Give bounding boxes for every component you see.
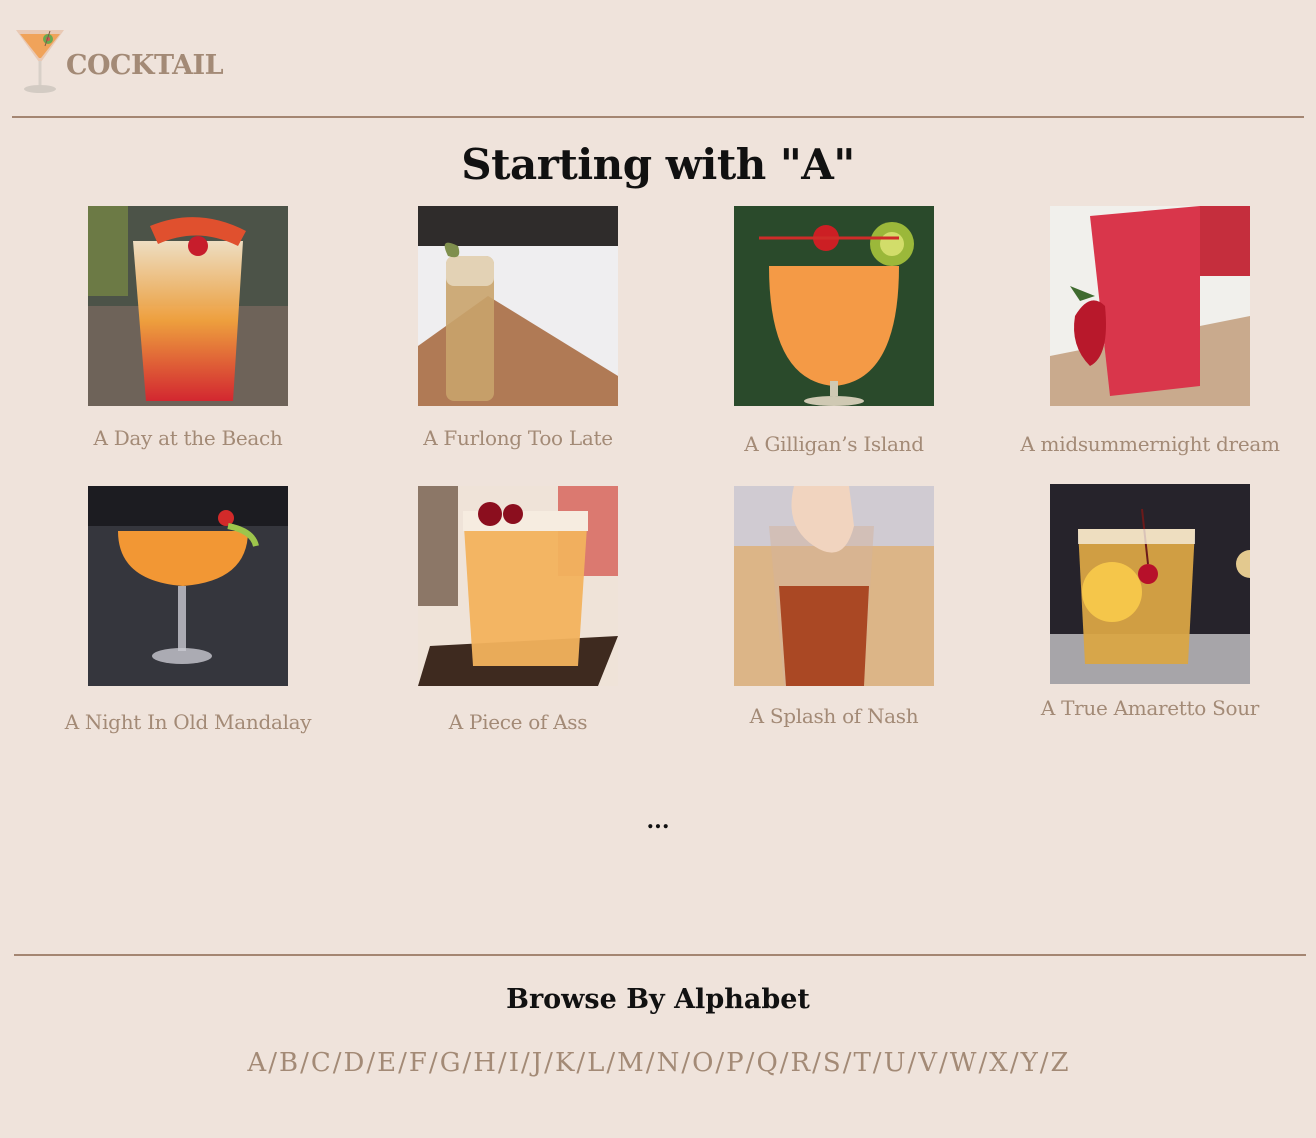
- letter-link-l[interactable]: L: [587, 1048, 604, 1078]
- drink-link[interactable]: [734, 206, 934, 406]
- letter-separator: /: [544, 1048, 553, 1078]
- footer-divider: [14, 954, 1306, 956]
- drink-card: A Splash of Nash: [734, 486, 934, 728]
- letter-separator: /: [812, 1048, 821, 1078]
- letter-separator: /: [606, 1048, 616, 1078]
- letter-separator: /: [1039, 1048, 1049, 1078]
- drink-name[interactable]: A Piece of Ass: [418, 710, 618, 734]
- letter-link-r[interactable]: R: [791, 1048, 811, 1078]
- letter-separator: /: [268, 1048, 277, 1078]
- cocktail-photo: [418, 206, 618, 406]
- drink-link[interactable]: [408, 206, 628, 406]
- letter-separator: /: [398, 1048, 407, 1078]
- letter-link-t[interactable]: T: [853, 1048, 870, 1078]
- letter-link-k[interactable]: K: [555, 1048, 574, 1078]
- letter-separator: /: [779, 1048, 789, 1078]
- drink-link[interactable]: [1010, 206, 1290, 406]
- letter-link-u[interactable]: U: [884, 1048, 906, 1078]
- drink-link[interactable]: [58, 486, 318, 686]
- drink-name[interactable]: A midsummernight dream: [1010, 432, 1290, 456]
- drink-name[interactable]: A Splash of Nash: [734, 704, 934, 728]
- letter-link-e[interactable]: E: [377, 1048, 396, 1078]
- drink-link[interactable]: [418, 486, 618, 686]
- letter-link-v[interactable]: V: [918, 1048, 937, 1078]
- cocktail-photo: [418, 486, 618, 686]
- letter-separator: /: [366, 1048, 376, 1078]
- alphabet-nav: A/B/C/D/E/F/G/H/I/J/K/L/M/N/O/P/Q/R/S/T/…: [0, 1048, 1316, 1078]
- letter-link-g[interactable]: G: [440, 1048, 461, 1078]
- page-title: Starting with "A": [461, 140, 855, 189]
- site-header: COCKTAIL: [0, 0, 1316, 118]
- letter-separator: /: [645, 1048, 655, 1078]
- letter-separator: /: [842, 1048, 852, 1078]
- letter-link-m[interactable]: M: [617, 1048, 644, 1078]
- more-indicator: ...: [646, 808, 670, 834]
- cocktail-photo: [1050, 206, 1250, 406]
- cocktail-photo: [1050, 484, 1250, 684]
- letter-separator: /: [939, 1048, 948, 1078]
- letter-separator: /: [907, 1048, 917, 1078]
- letter-separator: /: [745, 1048, 755, 1078]
- letter-link-c[interactable]: C: [311, 1048, 331, 1078]
- letter-link-o[interactable]: O: [692, 1048, 713, 1078]
- letter-link-q[interactable]: Q: [756, 1048, 777, 1078]
- drink-card: A Piece of Ass: [418, 486, 618, 734]
- cocktail-photo: [88, 486, 288, 686]
- drink-link[interactable]: [1030, 484, 1270, 684]
- letter-separator: /: [681, 1048, 691, 1078]
- letter-link-s[interactable]: S: [823, 1048, 841, 1078]
- cocktail-glass-icon: [16, 30, 64, 93]
- letter-separator: /: [332, 1048, 342, 1078]
- brand-name: COCKTAIL: [66, 50, 224, 81]
- drink-card: A Furlong Too Late: [408, 206, 628, 450]
- drink-name[interactable]: A Furlong Too Late: [408, 426, 628, 450]
- letter-link-p[interactable]: P: [726, 1048, 744, 1078]
- letter-separator: /: [300, 1048, 309, 1078]
- letter-link-n[interactable]: N: [657, 1048, 680, 1078]
- letter-link-d[interactable]: D: [344, 1048, 365, 1078]
- drink-link[interactable]: [88, 206, 288, 406]
- letter-separator: /: [462, 1048, 472, 1078]
- drink-name[interactable]: A Gilligan’s Island: [734, 432, 934, 456]
- letter-separator: /: [872, 1048, 882, 1078]
- letter-separator: /: [576, 1048, 586, 1078]
- letter-link-j[interactable]: J: [532, 1048, 542, 1078]
- letter-link-z[interactable]: Z: [1051, 1048, 1069, 1078]
- cocktail-photo: [734, 486, 934, 686]
- letter-link-f[interactable]: F: [409, 1048, 427, 1078]
- letter-link-h[interactable]: H: [473, 1048, 496, 1078]
- drink-card: A Night In Old Mandalay: [58, 486, 318, 734]
- letter-link-y[interactable]: Y: [1021, 1048, 1038, 1078]
- letter-separator: /: [1009, 1048, 1019, 1078]
- letter-separator: /: [978, 1048, 988, 1078]
- drink-name[interactable]: A Day at the Beach: [88, 426, 288, 450]
- cocktail-photo: [734, 206, 934, 406]
- browse-title: Browse By Alphabet: [506, 984, 810, 1015]
- letter-link-x[interactable]: X: [989, 1048, 1008, 1078]
- letter-link-a[interactable]: A: [247, 1048, 266, 1078]
- letter-separator: /: [715, 1048, 725, 1078]
- drink-card: A True Amaretto Sour: [1030, 484, 1270, 720]
- cocktail-photo: [88, 206, 288, 406]
- drink-card: A Gilligan’s Island: [734, 206, 934, 456]
- letter-link-w[interactable]: W: [950, 1048, 977, 1078]
- letter-link-i[interactable]: I: [509, 1048, 519, 1078]
- drink-card: A midsummernight dream: [1010, 206, 1290, 456]
- drink-name[interactable]: A Night In Old Mandalay: [58, 710, 318, 734]
- letter-separator: /: [428, 1048, 438, 1078]
- letter-link-b[interactable]: B: [279, 1048, 298, 1078]
- letter-separator: /: [520, 1048, 530, 1078]
- drink-card: A Day at the Beach: [88, 206, 288, 450]
- header-divider: [12, 116, 1304, 118]
- drink-link[interactable]: [734, 486, 934, 686]
- letter-separator: /: [497, 1048, 507, 1078]
- drink-name[interactable]: A True Amaretto Sour: [1030, 696, 1270, 720]
